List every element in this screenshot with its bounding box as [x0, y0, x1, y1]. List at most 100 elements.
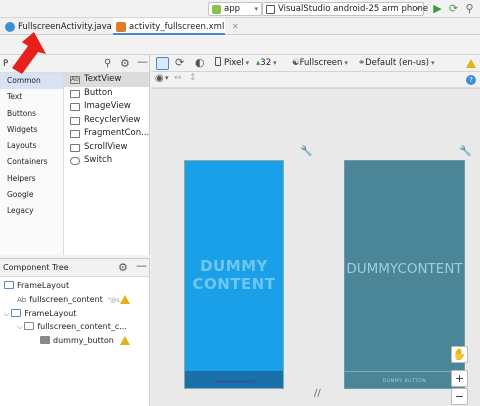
help-icon[interactable]: ?: [466, 75, 476, 85]
palette-item-switch[interactable]: Switch: [64, 154, 149, 168]
palette-item-label: TextView: [84, 74, 122, 84]
design-secondary-toolbar: ◉ ▾ ↔ ↕ ?: [151, 72, 480, 88]
chevron-down-icon[interactable]: ⌵: [17, 323, 22, 331]
api-label: 32: [260, 58, 272, 68]
dummy-content-line: CONTENT: [192, 275, 276, 293]
tree-node-fullscreen-content[interactable]: Ab fullscreen_content "@s...: [17, 293, 125, 307]
scroll-icon: [70, 143, 80, 152]
device-label: VisualStudio android-25 arm phone: [278, 4, 429, 14]
resize-handle-icon[interactable]: ∕∕: [314, 388, 321, 399]
vertical-constraint-icon[interactable]: ↕: [189, 73, 197, 83]
chevron-down-icon: ▾: [245, 59, 250, 67]
component-tree-header: Component Tree ⚙ —: [0, 259, 149, 277]
app-config-combo[interactable]: app ▾: [208, 2, 262, 16]
phone-icon: [215, 57, 221, 66]
editor-tabs: FullscreenActivity.java ✕ activity_fulls…: [0, 18, 480, 35]
red-arrow-icon: [12, 32, 46, 74]
palette-item-scrollview[interactable]: ScrollView: [64, 141, 149, 155]
wrench-icon[interactable]: 🔧: [459, 146, 471, 157]
blueprint-preview[interactable]: DUMMYCONTENT DUMMY BUTTON: [344, 160, 465, 389]
minimize-icon[interactable]: —: [136, 259, 147, 272]
gear-icon[interactable]: ⚙: [118, 261, 128, 274]
chevron-down-icon: ▾: [416, 5, 420, 13]
warning-icon[interactable]: [120, 295, 130, 304]
palette-category[interactable]: Legacy: [0, 203, 63, 219]
palette-category[interactable]: Widgets: [0, 122, 63, 138]
design-preview[interactable]: DUMMY CONTENT: [184, 160, 284, 389]
tree-node-label: fullscreen_content_c...: [37, 322, 127, 331]
pixel-device-combo[interactable]: Pixel ▾: [215, 57, 249, 70]
gear-icon[interactable]: ⚙: [120, 57, 130, 70]
palette-item-button[interactable]: Button: [64, 87, 149, 101]
tree-node-label: dummy_button: [53, 336, 114, 345]
palette-category[interactable]: Containers: [0, 154, 63, 170]
run-icon[interactable]: ▶: [431, 2, 444, 15]
zoom-out-button[interactable]: −: [451, 388, 468, 405]
chevron-down-icon[interactable]: ▾: [165, 74, 169, 82]
orientation-icon[interactable]: ⟳: [175, 56, 184, 69]
palette-category[interactable]: Layouts: [0, 138, 63, 154]
palette-item-label: Switch: [84, 155, 113, 165]
blueprint-dummy-button: DUMMY BUTTON: [382, 379, 427, 384]
search-icon[interactable]: ⚲: [104, 58, 111, 69]
locale-combo[interactable]: ⚭Default (en-us) ▾: [358, 57, 435, 70]
controls-bar: [185, 371, 283, 388]
palette-item-imageview[interactable]: ImageView: [64, 100, 149, 114]
device-combo[interactable]: VisualStudio android-25 arm phone ▾: [262, 2, 428, 16]
tab-activity-fullscreen-xml[interactable]: activity_fullscreen.xml ✕: [113, 18, 239, 35]
button-icon: [40, 336, 50, 344]
app-config-label: app: [224, 4, 240, 14]
palette-item-fragmentcontainer[interactable]: FragmentCon...: [64, 127, 149, 141]
palette-item-recyclerview[interactable]: RecyclerView: [64, 114, 149, 128]
tree-node-fullscreen-content-controls[interactable]: ⌵ fullscreen_content_c...: [17, 320, 127, 334]
framelayout-icon: [4, 281, 14, 289]
palette-item-label: Button: [84, 87, 113, 98]
debug-icon[interactable]: ⟳: [447, 2, 460, 15]
editor-subbar: [0, 35, 480, 55]
list-icon: [70, 116, 80, 125]
palette-item-label: ImageView: [84, 101, 131, 111]
chevron-down-icon: ▾: [344, 59, 348, 67]
palette-category[interactable]: Text: [0, 89, 63, 105]
palette-item-textview[interactable]: Ab TextView: [64, 73, 149, 87]
dummy-content-line: DUMMY: [200, 257, 268, 275]
zoom-in-button[interactable]: +: [451, 370, 468, 387]
dummy-button[interactable]: [215, 380, 255, 383]
dummy-content-text: DUMMY CONTENT: [185, 257, 283, 293]
xml-layout-icon: [116, 22, 126, 32]
minimize-icon[interactable]: —: [137, 55, 148, 68]
palette-category[interactable]: Helpers: [0, 171, 63, 187]
horizontal-constraint-icon[interactable]: ↔: [174, 73, 182, 83]
theme-label: Fullscreen: [299, 58, 343, 68]
palette-items: Ab TextView Button ImageView RecyclerView…: [64, 73, 149, 255]
tab-label: activity_fullscreen.xml: [129, 22, 225, 32]
phone-icon: [266, 5, 275, 14]
theme-combo[interactable]: ☯Fullscreen ▾: [292, 57, 348, 70]
tree-node-framelayout-2[interactable]: ⌵ FrameLayout: [4, 307, 76, 321]
warning-icon[interactable]: [120, 336, 130, 345]
locale-label: Default (en-us): [365, 58, 430, 68]
chevron-down-icon[interactable]: ⌵: [4, 310, 9, 318]
tree-node-dummy-button[interactable]: dummy_button: [40, 334, 114, 348]
blueprint-dummy-content: DUMMYCONTENT: [346, 261, 463, 277]
switch-icon: [70, 157, 80, 165]
textview-icon: Ab: [70, 76, 80, 84]
pan-button[interactable]: ✋: [451, 346, 468, 363]
close-icon[interactable]: ✕: [232, 22, 239, 31]
palette-category[interactable]: Buttons: [0, 106, 63, 122]
eye-icon[interactable]: ◉: [155, 73, 164, 84]
palette-category[interactable]: Google: [0, 187, 63, 203]
tree-node-framelayout[interactable]: FrameLayout: [4, 279, 69, 293]
warning-icon[interactable]: [466, 59, 476, 68]
linearlayout-icon: [24, 322, 35, 330]
wrench-icon[interactable]: 🔧: [300, 146, 312, 157]
night-mode-icon[interactable]: ◐: [195, 56, 205, 69]
api-level-combo[interactable]: ▴32 ▾: [256, 57, 277, 70]
tree-node-label: fullscreen_content: [29, 295, 103, 304]
palette-categories: Common Text Buttons Widgets Layouts Cont…: [0, 73, 64, 255]
fragment-icon: [70, 130, 80, 138]
layers-icon[interactable]: [156, 57, 169, 70]
palette-item-label: ScrollView: [84, 141, 128, 152]
search-icon[interactable]: ⚲: [463, 2, 476, 15]
framelayout-icon: [11, 309, 22, 317]
